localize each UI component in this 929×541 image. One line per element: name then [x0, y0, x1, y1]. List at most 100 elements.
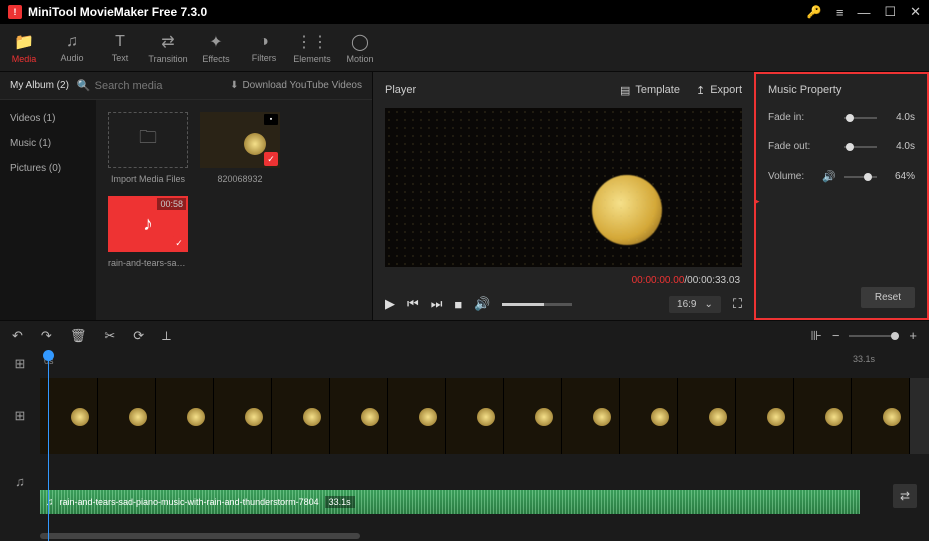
- import-media-button[interactable]: 🗀 Import Media Files: [108, 112, 188, 184]
- redo-button[interactable]: ↷: [41, 328, 52, 344]
- timeline: ⊞ ⊞ ♫ 0s 33.1s ♫ rain-and-tears-sad-pian…: [0, 350, 929, 541]
- menu-icon[interactable]: ≡: [836, 5, 844, 20]
- aspect-ratio-select[interactable]: 16:9⌄: [669, 296, 721, 313]
- video-track-clip[interactable]: [40, 378, 929, 454]
- stop-button[interactable]: ■: [454, 297, 462, 312]
- category-videos[interactable]: Videos (1): [0, 106, 96, 131]
- duration-badge: 00:58: [157, 198, 186, 210]
- zoom-slider[interactable]: [849, 335, 899, 337]
- close-button[interactable]: ✕: [910, 4, 921, 20]
- fadein-label: Fade in:: [768, 112, 814, 123]
- audio-track-clip[interactable]: ♫ rain-and-tears-sad-piano-music-with-ra…: [40, 490, 860, 514]
- tab-transition[interactable]: ⇄Transition: [144, 24, 192, 71]
- music-note-icon: ♪: [143, 213, 153, 236]
- key-icon[interactable]: 🔑: [807, 5, 822, 19]
- folder-icon: 📁: [14, 32, 34, 52]
- volume-slider[interactable]: [502, 303, 572, 306]
- collapse-icon[interactable]: ▸: [755, 196, 760, 207]
- transition-icon: ⇄: [161, 32, 174, 52]
- tab-filters[interactable]: ◑Filters: [240, 24, 288, 71]
- timeline-toolbar: ↶ ↷ 🗑 ✂ ⟳ ⟂ ⊪ − +: [0, 320, 929, 350]
- template-icon: ▤: [620, 84, 630, 97]
- music-property-panel: ▸ Music Property Fade in: 4.0s Fade out:…: [754, 72, 929, 320]
- speaker-icon: 🔊: [822, 170, 836, 183]
- speed-button[interactable]: ⟳: [133, 328, 144, 344]
- fadeout-label: Fade out:: [768, 141, 814, 152]
- volume-icon[interactable]: 🔊: [474, 296, 490, 312]
- tab-text[interactable]: TText: [96, 24, 144, 71]
- volume-value: 64%: [885, 171, 915, 182]
- player-title: Player: [385, 84, 416, 96]
- transition-swap-button[interactable]: ⇄: [893, 484, 917, 508]
- fadein-value: 4.0s: [885, 112, 915, 123]
- crop-button[interactable]: ⟂: [162, 328, 171, 344]
- fullscreen-button[interactable]: ⛶: [733, 296, 742, 312]
- tab-audio[interactable]: ♫Audio: [48, 24, 96, 71]
- album-label: My Album (2): [10, 80, 69, 91]
- text-icon: T: [115, 33, 125, 51]
- media-grid: 🗀 Import Media Files ▪✓ 820068932 ♪00:58…: [96, 100, 372, 320]
- audio-clip-duration: 33.1s: [325, 496, 355, 508]
- player-panel: Player ▤Template ↥Export 00:00:00.00 / 0…: [372, 72, 754, 320]
- prev-button[interactable]: ⏮: [407, 296, 419, 312]
- fit-button[interactable]: ⊪: [810, 328, 821, 344]
- main-toolbar: 📁Media ♫Audio TText ⇄Transition ✦Effects…: [0, 24, 929, 72]
- playhead[interactable]: [48, 350, 49, 541]
- zoom-in-button[interactable]: +: [909, 328, 917, 343]
- undo-button[interactable]: ↶: [12, 328, 23, 344]
- media-item-audio[interactable]: ♪00:58✓ rain-and-tears-sad-...: [108, 196, 188, 268]
- ruler-end: 33.1s: [853, 354, 875, 364]
- media-panel: My Album (2) 🔍Search media ⬇Download You…: [0, 72, 372, 320]
- category-pictures[interactable]: Pictures (0): [0, 156, 96, 181]
- video-badge-icon: ▪: [264, 114, 278, 125]
- search-input[interactable]: 🔍Search media: [77, 79, 222, 92]
- volume-label: Volume:: [768, 171, 814, 182]
- property-title: Music Property: [756, 74, 927, 106]
- titlebar: ! MiniTool MovieMaker Free 7.3.0 🔑 ≡ — ☐…: [0, 0, 929, 24]
- delete-button[interactable]: 🗑: [70, 328, 87, 344]
- export-button[interactable]: ↥Export: [696, 84, 742, 97]
- total-time: 00:00:33.03: [687, 275, 740, 286]
- cut-button[interactable]: ✂: [104, 328, 115, 344]
- add-track-button[interactable]: ⊞: [0, 350, 40, 378]
- reset-button[interactable]: Reset: [861, 287, 915, 308]
- play-button[interactable]: ▶: [385, 296, 395, 312]
- tab-motion[interactable]: ◯Motion: [336, 24, 384, 71]
- app-logo: !: [8, 5, 22, 19]
- folder-icon: 🗀: [139, 125, 157, 155]
- horizontal-scrollbar[interactable]: [40, 533, 360, 539]
- fadeout-value: 4.0s: [885, 141, 915, 152]
- filters-icon: ◑: [259, 33, 269, 51]
- current-time: 00:00:00.00: [632, 275, 685, 286]
- tracks-area[interactable]: 0s 33.1s ♫ rain-and-tears-sad-piano-musi…: [40, 350, 929, 541]
- chevron-down-icon: ⌄: [705, 299, 713, 310]
- tab-elements[interactable]: ⋮⋮Elements: [288, 24, 336, 71]
- video-track-icon: ⊞: [0, 378, 40, 454]
- zoom-out-button[interactable]: −: [832, 328, 840, 343]
- maximize-button[interactable]: ☐: [884, 4, 896, 20]
- download-icon: ⬇: [230, 80, 238, 91]
- audio-clip-name: rain-and-tears-sad-piano-music-with-rain…: [60, 497, 319, 507]
- check-icon: ✓: [264, 152, 278, 166]
- audio-track-icon: ♫: [0, 454, 40, 508]
- tab-media[interactable]: 📁Media: [0, 24, 48, 71]
- category-music[interactable]: Music (1): [0, 131, 96, 156]
- minimize-button[interactable]: —: [857, 5, 870, 20]
- template-button[interactable]: ▤Template: [620, 84, 680, 97]
- download-youtube-link[interactable]: ⬇Download YouTube Videos: [230, 80, 362, 91]
- effects-icon: ✦: [209, 32, 222, 52]
- tab-effects[interactable]: ✦Effects: [192, 24, 240, 71]
- video-preview[interactable]: [385, 108, 742, 267]
- media-item-video[interactable]: ▪✓ 820068932: [200, 112, 280, 184]
- next-button[interactable]: ⏭: [431, 296, 443, 312]
- fadeout-slider[interactable]: [844, 146, 877, 148]
- export-icon: ↥: [696, 84, 705, 97]
- note-icon: ♫: [66, 33, 78, 51]
- time-ruler[interactable]: 0s 33.1s: [40, 350, 929, 378]
- volume-prop-slider[interactable]: [844, 176, 877, 178]
- search-icon: 🔍: [77, 79, 91, 92]
- check-icon: ✓: [172, 236, 186, 250]
- motion-icon: ◯: [351, 32, 369, 52]
- fadein-slider[interactable]: [844, 117, 877, 119]
- app-title: MiniTool MovieMaker Free 7.3.0: [28, 5, 207, 19]
